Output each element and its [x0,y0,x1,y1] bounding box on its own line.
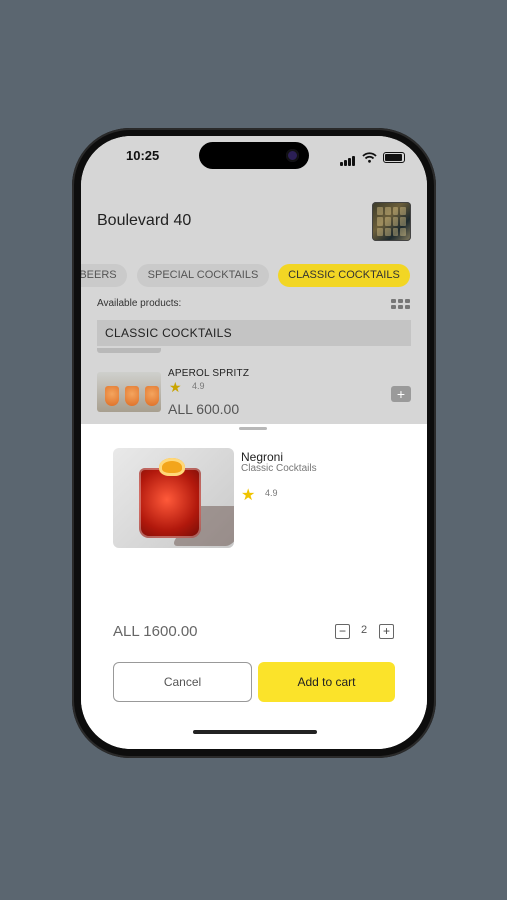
status-time: 10:25 [126,148,160,163]
tab-special-cocktails[interactable]: SPECIAL COCKTAILS [137,264,269,287]
add-to-cart-button[interactable]: Add to cart [258,662,395,702]
product-name[interactable]: APEROL SPRITZ [168,368,249,379]
quantity-value: 2 [361,624,368,636]
product-rating: 4.9 [192,381,205,391]
product-image[interactable] [97,372,161,412]
cancel-button[interactable]: Cancel [113,662,252,702]
menu-background: 10:25 Boulevard 40 BEERS SPECIAL COCKTAI… [81,136,427,424]
add-product-button[interactable]: + [391,386,411,402]
product-price: ALL 600.00 [168,401,240,417]
signal-icon [340,148,356,166]
tab-classic-cocktails[interactable]: CLASSIC COCKTAILS [278,264,410,287]
wifi-icon [362,151,377,163]
dynamic-island [199,142,309,169]
status-icons [340,148,405,166]
previous-product-image [97,348,161,353]
section-title: CLASSIC COCKTAILS [105,326,232,340]
plus-icon: + [396,386,406,402]
tab-beers[interactable]: BEERS [81,264,127,287]
battery-icon [383,151,405,163]
detail-name: Negroni [241,450,284,464]
venue-title: Boulevard 40 [97,212,192,229]
venue-avatar[interactable] [372,202,411,241]
grid-view-icon[interactable] [391,299,410,309]
star-icon: ★ [169,379,182,395]
increase-quantity-button[interactable]: + [379,624,394,639]
star-icon: ★ [241,487,256,504]
product-detail-sheet: Negroni Classic Cocktails ★ 4.9 ALL 1600… [81,424,427,749]
total-price: ALL 1600.00 [113,623,198,640]
detail-image [113,448,234,548]
plus-icon: + [382,624,390,638]
decrease-quantity-button[interactable]: − [335,624,350,639]
home-indicator [193,730,317,734]
category-tabs: BEERS SPECIAL COCKTAILS CLASSIC COCKTAIL… [81,264,427,288]
camera-icon [286,149,299,162]
section-header: CLASSIC COCKTAILS [97,320,411,346]
available-products-label: Available products: [97,298,182,309]
sheet-drag-handle[interactable] [239,427,267,430]
detail-rating: 4.9 [265,488,278,498]
detail-category: Classic Cocktails [241,463,317,474]
app-screen: 10:25 Boulevard 40 BEERS SPECIAL COCKTAI… [81,136,427,749]
minus-icon: − [338,624,346,638]
